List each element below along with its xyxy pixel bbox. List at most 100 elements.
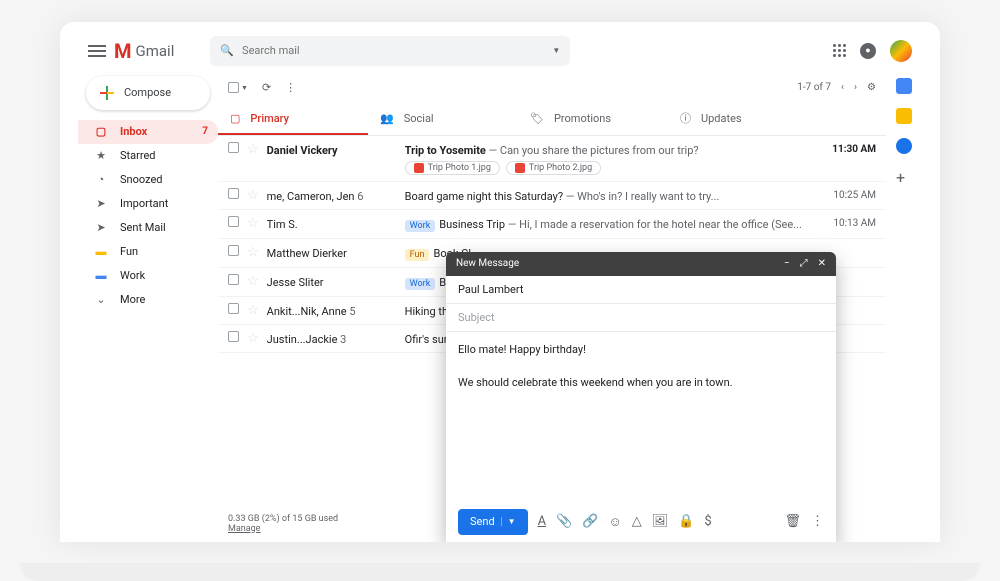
drive-icon[interactable]: △ [632, 514, 642, 529]
add-addon-icon[interactable]: + [896, 168, 912, 184]
sidebar-label: More [120, 293, 145, 306]
compose-body[interactable]: Ello mate! Happy birthday! We should cel… [446, 332, 836, 502]
more-options-icon[interactable]: ⋮ [811, 514, 824, 529]
plus-icon [100, 86, 114, 100]
compose-to-field[interactable]: Paul Lambert [446, 276, 836, 304]
email-row[interactable]: ☆Daniel VickeryTrip to Yosemite — Can yo… [218, 136, 886, 182]
storage-manage-link[interactable]: Manage [228, 524, 260, 534]
attachment-chip[interactable]: Trip Photo 2.jpg [506, 161, 601, 175]
compose-subject-field[interactable]: Subject [446, 304, 836, 332]
sidebar-item-fun[interactable]: ▬Fun [78, 240, 218, 264]
tab-label: Updates [701, 112, 742, 125]
star-icon[interactable]: ☆ [247, 303, 259, 318]
category-label: Fun [405, 249, 430, 261]
select-all-checkbox[interactable]: ▼ [228, 82, 248, 93]
more-icon[interactable]: ⋮ [285, 81, 296, 94]
folder-icon: ⌄ [94, 293, 108, 306]
close-icon[interactable]: ✕ [818, 258, 826, 269]
star-icon[interactable]: ☆ [247, 274, 259, 289]
toolbar: ▼ ⟳ ⋮ 1-7 of 7 ‹ › ⚙ [218, 72, 886, 104]
compose-subject-placeholder: Subject [458, 311, 495, 324]
confidential-icon[interactable]: 🔒 [678, 514, 694, 529]
row-checkbox[interactable] [228, 245, 239, 256]
tab-social[interactable]: 👥Social [368, 104, 518, 135]
tab-promotions[interactable]: 🏷 Promotions [518, 104, 668, 135]
email-time: 10:13 AM [826, 216, 876, 229]
search-input[interactable] [242, 44, 544, 57]
tab-label: Promotions [554, 112, 611, 125]
row-checkbox[interactable] [228, 331, 239, 342]
compose-header[interactable]: New Message − ⤢ ✕ [446, 252, 836, 276]
tab-icon: 🏷 [530, 112, 544, 125]
search-bar[interactable]: 🔍 ▼ [210, 36, 570, 66]
send-button[interactable]: Send ▼ [458, 509, 528, 535]
category-label: Work [405, 220, 436, 232]
category-tabs: ▢Primary👥Social 🏷 Promotions ⓘ Updates [218, 104, 886, 136]
keep-addon-icon[interactable] [896, 108, 912, 124]
prev-page-icon[interactable]: ‹ [841, 82, 844, 93]
email-snippet: — Hi, I made a reservation for the hotel… [505, 218, 802, 231]
format-icon[interactable]: A [538, 514, 546, 529]
link-icon[interactable]: 🔗 [582, 514, 598, 529]
account-avatar[interactable] [890, 40, 912, 62]
star-icon[interactable]: ☆ [247, 142, 259, 157]
tasks-addon-icon[interactable] [896, 138, 912, 154]
file-icon [515, 163, 525, 173]
emoji-icon[interactable]: ☺ [608, 514, 621, 530]
email-row[interactable]: ☆me, Cameron, Jen 6Board game night this… [218, 182, 886, 210]
notifications-icon[interactable]: ● [860, 43, 876, 59]
send-options-icon[interactable]: ▼ [501, 517, 516, 526]
calendar-addon-icon[interactable] [896, 78, 912, 94]
email-subject: Business Trip [439, 218, 505, 231]
money-icon[interactable]: $ [704, 514, 711, 529]
main-menu-icon[interactable] [88, 42, 106, 60]
star-icon[interactable]: ☆ [247, 331, 259, 346]
folder-icon: ➤ [94, 221, 108, 234]
row-checkbox[interactable] [228, 142, 239, 153]
folder-icon: ★ [94, 149, 108, 162]
tab-primary[interactable]: ▢Primary [218, 104, 368, 135]
row-checkbox[interactable] [228, 303, 239, 314]
sidebar-item-more[interactable]: ⌄ More [78, 288, 218, 312]
refresh-icon[interactable]: ⟳ [262, 81, 271, 94]
tab-icon: ⓘ [680, 110, 691, 126]
row-checkbox[interactable] [228, 274, 239, 285]
sidebar-item-important[interactable]: ➤Important [78, 192, 218, 216]
sidebar-item-starred[interactable]: ★Starred [78, 144, 218, 168]
sidebar-label: Sent Mail [120, 221, 166, 234]
sidebar-item-snoozed[interactable]: ◔Snoozed [78, 168, 218, 192]
sidebar-label: Important [120, 197, 168, 210]
email-snippet: — Who's in? I really want to try... [563, 190, 719, 203]
fullscreen-icon[interactable]: ⤢ [800, 258, 808, 269]
minimize-icon[interactable]: − [784, 258, 790, 269]
next-page-icon[interactable]: › [854, 82, 857, 93]
email-from: Justin...Jackie 3 [267, 331, 397, 346]
sidebar-label: Work [120, 269, 145, 282]
email-from: Tim S. [267, 216, 397, 231]
compose-to-value: Paul Lambert [458, 283, 524, 296]
sidebar: Compose ▢Inbox7★Starred◔Snoozed➤Importan… [78, 72, 218, 542]
settings-gear-icon[interactable]: ⚙ [867, 82, 876, 93]
email-subject: Trip to Yosemite [405, 144, 486, 157]
sidebar-item-sent-mail[interactable]: ➤ Sent Mail [78, 216, 218, 240]
search-options-icon[interactable]: ▼ [552, 46, 560, 55]
row-checkbox[interactable] [228, 216, 239, 227]
send-label: Send [470, 515, 495, 528]
compose-button[interactable]: Compose [86, 76, 210, 110]
star-icon[interactable]: ☆ [247, 188, 259, 203]
apps-grid-icon[interactable] [833, 44, 846, 57]
photo-icon[interactable]: 🖼 [652, 514, 669, 529]
attach-icon[interactable]: 📎 [556, 514, 572, 529]
email-row[interactable]: ☆ Tim S. WorkBusiness Trip — Hi, I made a … [218, 210, 886, 239]
email-subject: Board game night this Saturday? [405, 190, 563, 203]
tab-updates[interactable]: ⓘ Updates [668, 104, 818, 135]
sidebar-item-work[interactable]: ▬Work [78, 264, 218, 288]
star-icon[interactable]: ☆ [247, 216, 259, 231]
row-checkbox[interactable] [228, 188, 239, 199]
star-icon[interactable]: ☆ [247, 245, 259, 260]
attachment-chip[interactable]: Trip Photo 1.jpg [405, 161, 500, 175]
discard-icon[interactable]: 🗑 [784, 514, 801, 529]
sidebar-item-inbox[interactable]: ▢Inbox7 [78, 120, 218, 144]
compose-label: Compose [124, 86, 171, 99]
folder-icon: ▬ [94, 245, 108, 258]
